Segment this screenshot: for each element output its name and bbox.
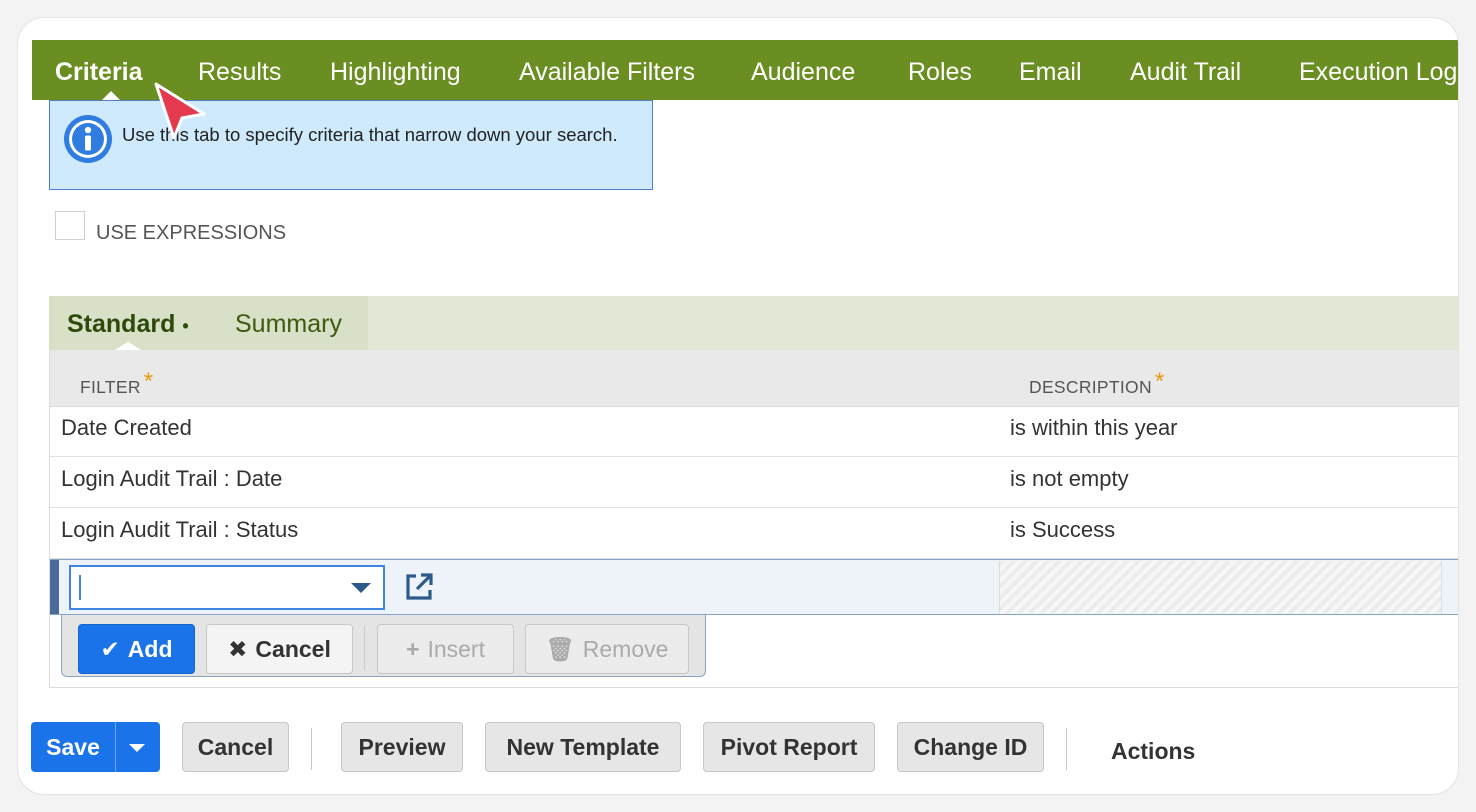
cancel-button[interactable]: Cancel xyxy=(182,722,289,772)
tab-roles[interactable]: Roles xyxy=(908,40,972,100)
filter-cell: Login Audit Trail : Status xyxy=(61,517,299,542)
tab-execution-log[interactable]: Execution Log xyxy=(1299,40,1457,100)
top-tab-bar: Criteria Results Highlighting Available … xyxy=(32,40,1458,100)
tab-criteria[interactable]: Criteria xyxy=(55,40,143,100)
use-expressions-checkbox[interactable] xyxy=(55,211,85,240)
tab-highlighting[interactable]: Highlighting xyxy=(330,40,461,100)
save-button[interactable]: Save xyxy=(31,722,115,772)
table-row[interactable]: Login Audit Trail : Date is not empty xyxy=(50,457,1458,508)
active-tab-notch xyxy=(102,91,120,100)
sub-tab-bar: Standard • Summary xyxy=(49,296,1458,350)
dropdown-arrow-icon[interactable] xyxy=(351,583,371,593)
remove-button[interactable]: 🗑 Remove xyxy=(525,624,689,674)
open-external-icon[interactable] xyxy=(402,570,436,604)
new-template-button[interactable]: New Template xyxy=(485,722,681,772)
description-cell: is not empty xyxy=(1010,466,1129,491)
table-row[interactable]: Login Audit Trail : Status is Success xyxy=(50,508,1458,559)
insert-button[interactable]: + Insert xyxy=(377,624,514,674)
row-cancel-button[interactable]: ✖ Cancel xyxy=(206,624,353,674)
text-caret xyxy=(79,575,81,600)
edit-row xyxy=(50,559,1458,615)
save-split-button: Save xyxy=(31,722,160,772)
row-action-bar: ✔ Add ✖ Cancel + Insert 🗑 Remove xyxy=(61,615,706,677)
plus-icon: + xyxy=(406,636,420,662)
use-expressions-label: USE EXPRESSIONS xyxy=(96,222,287,244)
description-cell: is within this year xyxy=(1010,415,1178,440)
tab-audit-trail[interactable]: Audit Trail xyxy=(1130,40,1241,100)
filter-select[interactable] xyxy=(69,565,385,610)
column-header-filter: FILTER * xyxy=(80,368,154,397)
description-cell: is Success xyxy=(1010,517,1116,542)
filter-cell: Login Audit Trail : Date xyxy=(61,466,283,491)
close-icon: ✖ xyxy=(228,636,248,662)
trash-icon: 🗑 xyxy=(545,636,575,662)
column-header-description: DESCRIPTION * xyxy=(1029,368,1165,397)
table-header: FILTER * DESCRIPTION * xyxy=(50,350,1458,407)
change-id-button[interactable]: Change ID xyxy=(897,722,1044,772)
table-row[interactable]: Date Created is within this year xyxy=(50,406,1458,457)
pivot-report-button[interactable]: Pivot Report xyxy=(703,722,875,772)
preview-button[interactable]: Preview xyxy=(341,722,463,772)
tab-audience[interactable]: Audience xyxy=(751,40,855,100)
info-message: Use this tab to specify criteria that na… xyxy=(49,100,653,190)
info-icon xyxy=(64,115,112,163)
subtab-summary[interactable]: Summary xyxy=(235,310,342,339)
save-dropdown-icon[interactable] xyxy=(129,744,145,752)
app-window: Criteria Results Highlighting Available … xyxy=(18,18,1458,794)
actions-menu[interactable]: Actions xyxy=(1111,738,1195,765)
add-button[interactable]: ✔ Add xyxy=(78,624,195,674)
mouse-pointer-icon xyxy=(154,82,206,140)
check-icon: ✔ xyxy=(100,636,120,662)
filter-cell: Date Created xyxy=(61,415,192,440)
description-cell-disabled xyxy=(999,561,1442,613)
tab-email[interactable]: Email xyxy=(1019,40,1082,100)
tab-available-filters[interactable]: Available Filters xyxy=(519,40,695,100)
subtab-standard[interactable]: Standard • xyxy=(67,310,189,339)
criteria-table: FILTER * DESCRIPTION * Date Created is wit… xyxy=(49,350,1458,688)
